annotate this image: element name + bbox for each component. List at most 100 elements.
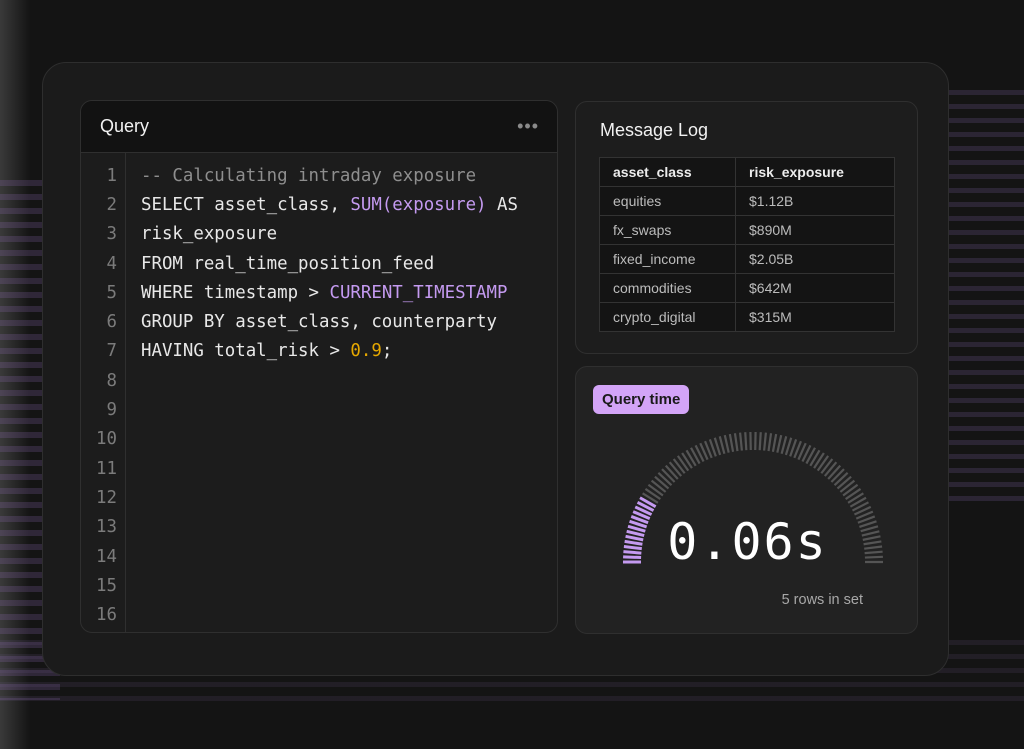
- column-header: risk_exposure: [735, 157, 895, 187]
- gauge-tick: [833, 472, 849, 487]
- table-row: equities $1.12B: [599, 186, 895, 216]
- rows-count: 5 rows in set: [781, 592, 863, 608]
- query-time-gauge: [623, 432, 883, 564]
- code-editor[interactable]: 1 -- Calculating intraday exposure 2 SELECT…: [81, 161, 557, 630]
- code-line: 6 GROUP BY asset_class, counterparty: [81, 307, 557, 336]
- gauge-tick: [780, 436, 788, 455]
- code-token: -- Calculating intraday exposure: [141, 165, 477, 186]
- code-token: CURRENT_TIMESTAMP: [329, 282, 508, 303]
- code-line: 7 HAVING total_risk > 0.9;: [81, 337, 557, 366]
- code-token: GROUP BY asset_class, counterparty: [141, 312, 497, 333]
- line-number: 16: [96, 605, 117, 626]
- line-number: 11: [96, 458, 117, 479]
- query-title: Query: [100, 116, 150, 136]
- table-cell: $890M: [735, 215, 895, 245]
- code-text: SELECT asset_class, SUM(exposure) AS: [141, 195, 518, 215]
- line-number: 2: [106, 194, 117, 215]
- table-cell: $2.05B: [735, 244, 895, 274]
- results-table: asset_class risk_exposure equities $1.12B f…: [599, 157, 895, 332]
- gauge-tick: [839, 479, 856, 493]
- query-editor-panel: Query ••• 1 -- Calculating intraday expos…: [80, 100, 558, 633]
- line-number: 8: [106, 370, 117, 391]
- line-number: 5: [106, 282, 117, 303]
- code-text: FROM real_time_position_feed: [141, 254, 434, 274]
- code-text: WHERE timestamp > CURRENT_TIMESTAMP: [141, 283, 507, 303]
- gauge-tick: [647, 483, 664, 497]
- code-token: FROM real_time_position_feed: [141, 253, 435, 274]
- code-token: ;: [381, 341, 393, 362]
- code-token: AS: [486, 194, 518, 215]
- gauge-tick: [842, 483, 859, 497]
- query-time-value: 0.06s: [667, 513, 828, 571]
- line-number: 9: [106, 400, 117, 421]
- gauge-tick: [820, 458, 834, 474]
- table-cell: equities: [599, 186, 736, 216]
- code-line: 9: [81, 395, 557, 424]
- gauge-tick: [657, 472, 673, 487]
- table-row: commodities $642M: [599, 273, 895, 303]
- code-line: 14: [81, 542, 557, 571]
- code-token: WHERE timestamp >: [141, 282, 330, 303]
- table-cell: fx_swaps: [599, 215, 736, 245]
- table-cell: fixed_income: [599, 244, 736, 274]
- more-horizontal-icon[interactable]: •••: [517, 116, 539, 137]
- code-line: 2 SELECT asset_class, SUM(exposure) AS: [81, 190, 557, 219]
- line-number: 12: [96, 487, 117, 508]
- table-cell: commodities: [599, 273, 736, 303]
- table-row: crypto_digital $315M: [599, 302, 895, 332]
- code-text: HAVING total_risk > 0.9;: [141, 341, 392, 361]
- code-token: SELECT asset_class,: [141, 194, 351, 215]
- gauge-tick: [763, 432, 767, 451]
- table-row: fx_swaps $890M: [599, 215, 895, 245]
- line-number: 13: [96, 517, 117, 538]
- query-time-panel: Query time 0.06s 5 rows in set: [575, 366, 918, 634]
- code-token: SUM(exposure): [350, 194, 487, 215]
- code-line: 15: [81, 571, 557, 600]
- gauge-tick: [661, 468, 676, 483]
- code-text: -- Calculating intraday exposure: [141, 166, 476, 186]
- line-number: 7: [106, 341, 117, 362]
- gauge-tick: [767, 433, 773, 452]
- code-line: 5 WHERE timestamp > CURRENT_TIMESTAMP: [81, 278, 557, 307]
- gauge-tick: [836, 475, 852, 490]
- gauge-tick: [771, 433, 778, 452]
- line-number: 1: [106, 165, 117, 186]
- message-log-panel: Message Log asset_class risk_exposure equ…: [575, 101, 918, 354]
- gauge-tick: [733, 433, 739, 452]
- code-line: 16: [81, 600, 557, 629]
- table-row: fixed_income $2.05B: [599, 244, 895, 274]
- gauge-tick: [739, 432, 743, 451]
- table-cell: $1.12B: [735, 186, 895, 216]
- line-number: 6: [106, 312, 117, 333]
- gauge-tick: [650, 479, 667, 493]
- code-line: 10: [81, 425, 557, 454]
- gauge-tick: [672, 458, 686, 474]
- gauge-tick: [723, 434, 730, 453]
- query-header: Query •••: [81, 101, 557, 153]
- gauge-tick: [728, 433, 735, 452]
- message-log-title: Message Log: [600, 120, 709, 140]
- line-number: 3: [106, 224, 117, 245]
- code-token: HAVING total_risk >: [141, 341, 351, 362]
- code-line: 8: [81, 366, 557, 395]
- table-cell: crypto_digital: [599, 302, 736, 332]
- code-line: 1 -- Calculating intraday exposure: [81, 161, 557, 190]
- code-token: 0.9: [350, 341, 382, 362]
- line-number: 15: [96, 575, 117, 596]
- gauge-tick: [758, 432, 762, 451]
- line-number: 10: [96, 429, 117, 450]
- gauge-tick: [718, 436, 726, 455]
- code-text: risk_exposure: [141, 224, 277, 244]
- gauge-tick: [830, 468, 845, 483]
- code-text: GROUP BY asset_class, counterparty: [141, 312, 497, 332]
- code-line: 4 FROM real_time_position_feed: [81, 249, 557, 278]
- code-token: risk_exposure: [141, 224, 278, 245]
- column-header: asset_class: [599, 157, 736, 187]
- gauge-tick: [744, 432, 748, 451]
- gauge-tick: [823, 461, 838, 477]
- table-cell: $642M: [735, 273, 895, 303]
- gauge-tick: [827, 464, 842, 480]
- code-line: 11: [81, 454, 557, 483]
- line-number: 4: [106, 253, 117, 274]
- gauge-tick: [776, 434, 783, 453]
